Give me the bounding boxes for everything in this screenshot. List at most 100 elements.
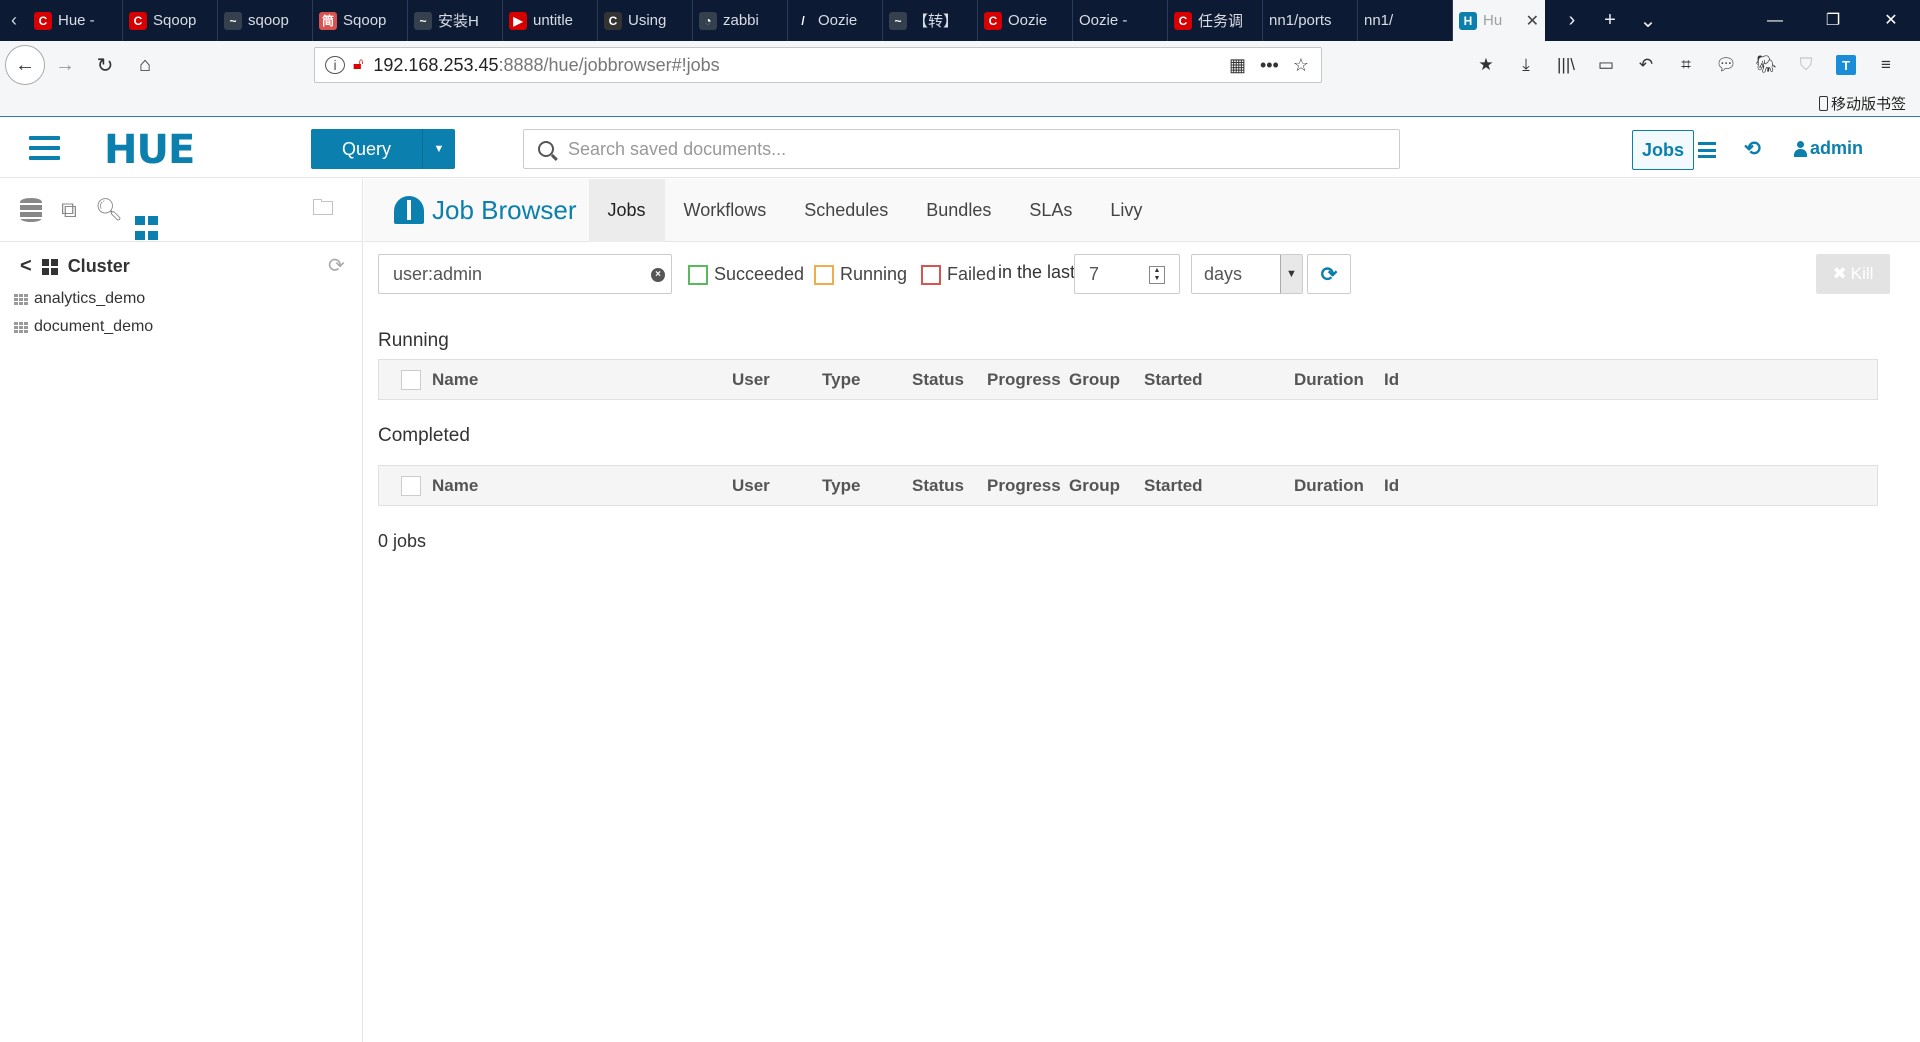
column-header-name[interactable]: Name: [432, 370, 478, 390]
restore-icon[interactable]: ❐: [1804, 0, 1862, 41]
browser-tab[interactable]: Oozie -: [1073, 0, 1168, 41]
sidebar-toggle-icon[interactable]: ▭: [1590, 49, 1622, 81]
running-checkbox-box[interactable]: [814, 264, 834, 285]
main-menu-icon[interactable]: ≡: [1870, 49, 1902, 81]
browser-tab[interactable]: ~ sqoop: [218, 0, 313, 41]
hamburger-menu-icon[interactable]: [29, 136, 60, 160]
column-header-id[interactable]: Id: [1384, 370, 1399, 390]
library-icon[interactable]: |||\: [1550, 49, 1582, 81]
tab-scroll-right-icon[interactable]: ›: [1553, 9, 1591, 32]
screenshot-crop-icon[interactable]: ⌗: [1670, 49, 1702, 81]
task-list-icon[interactable]: [1698, 142, 1716, 158]
chevron-left-icon[interactable]: <: [20, 255, 32, 278]
column-header-group[interactable]: Group: [1069, 476, 1120, 496]
days-unit-select[interactable]: days ▼: [1191, 254, 1303, 294]
browser-tab[interactable]: C 任务调: [1168, 0, 1263, 41]
succeeded-checkbox-box[interactable]: [688, 264, 708, 285]
refresh-icon[interactable]: ⟳: [328, 253, 345, 278]
days-number-input[interactable]: [1089, 263, 1145, 285]
browser-tab[interactable]: nn1/ports: [1263, 0, 1358, 41]
forward-arrow-icon[interactable]: →: [45, 45, 85, 85]
tab-livy[interactable]: Livy: [1091, 179, 1161, 242]
user-filter-input[interactable]: [393, 263, 633, 285]
minimize-icon[interactable]: —: [1746, 0, 1804, 41]
column-header-type[interactable]: Type: [822, 370, 860, 390]
translate-extension-icon[interactable]: T: [1836, 55, 1856, 75]
browser-tab[interactable]: ◔ zabbi: [693, 0, 788, 41]
select-all-completed-checkbox[interactable]: [401, 476, 421, 496]
database-item[interactable]: document_demo: [14, 313, 153, 341]
insecure-lock-icon[interactable]: 🔓︎: [353, 56, 363, 74]
column-header-started[interactable]: Started: [1144, 370, 1203, 390]
dropdown-arrow-icon[interactable]: ▼: [1280, 255, 1302, 293]
browser-tab-active[interactable]: H Hu ✕: [1453, 0, 1545, 41]
query-button-label[interactable]: Query: [311, 129, 423, 169]
kill-button[interactable]: ✖ Kill: [1816, 254, 1890, 294]
clear-filter-icon[interactable]: ×: [651, 268, 665, 282]
column-header-duration[interactable]: Duration: [1294, 476, 1364, 496]
column-header-id[interactable]: Id: [1384, 476, 1399, 496]
tab-list-dropdown-icon[interactable]: ⌄: [1629, 8, 1667, 33]
close-tab-icon[interactable]: ✕: [1526, 11, 1539, 31]
qr-code-icon[interactable]: ▦: [1229, 55, 1246, 76]
refresh-jobs-button[interactable]: ⟳: [1307, 254, 1351, 294]
browser-tab[interactable]: C Oozie: [978, 0, 1073, 41]
back-arrow-icon[interactable]: ←: [5, 45, 45, 85]
history-icon[interactable]: ⟲: [1744, 136, 1761, 161]
evernote-icon[interactable]: 🐘︎: [1750, 49, 1782, 81]
column-header-progress[interactable]: Progress: [987, 370, 1061, 390]
reload-icon[interactable]: ↻: [85, 45, 125, 85]
document-search-input[interactable]: [568, 138, 1368, 160]
browser-tab[interactable]: ~ 【转】: [883, 0, 978, 41]
column-header-started[interactable]: Started: [1144, 476, 1203, 496]
browser-tab[interactable]: C Sqoop: [123, 0, 218, 41]
column-header-group[interactable]: Group: [1069, 370, 1120, 390]
column-header-type[interactable]: Type: [822, 476, 860, 496]
tab-scroll-left-icon[interactable]: ‹: [0, 0, 28, 41]
browser-tab[interactable]: C Hue -: [28, 0, 123, 41]
undo-close-icon[interactable]: ↶: [1630, 49, 1662, 81]
database-icon[interactable]: [18, 197, 44, 223]
tab-bundles[interactable]: Bundles: [907, 179, 1010, 242]
documents-icon[interactable]: ⧉: [56, 197, 82, 223]
browser-tab[interactable]: nn1/: [1358, 0, 1453, 41]
column-header-status[interactable]: Status: [912, 370, 964, 390]
failed-checkbox[interactable]: Failed: [921, 264, 996, 285]
hue-logo[interactable]: HUE: [104, 127, 195, 173]
mobile-bookmarks-link[interactable]: 移动版书签: [1818, 93, 1906, 114]
shield-extension-icon[interactable]: ⛉: [1790, 49, 1822, 81]
cluster-header[interactable]: < Cluster: [20, 255, 130, 278]
jobs-button[interactable]: Jobs: [1632, 130, 1694, 170]
query-caret-down-icon[interactable]: ▼: [423, 129, 455, 169]
close-window-icon[interactable]: ✕: [1862, 0, 1920, 41]
select-all-running-checkbox[interactable]: [401, 370, 421, 390]
home-icon[interactable]: ⌂: [125, 45, 165, 85]
browser-tab[interactable]: ~ 安装H: [408, 0, 503, 41]
bookmark-star-icon[interactable]: ☆: [1293, 55, 1309, 76]
running-checkbox[interactable]: Running: [814, 264, 907, 285]
info-icon[interactable]: i: [325, 56, 345, 74]
browser-tab[interactable]: / Oozie: [788, 0, 883, 41]
download-icon[interactable]: ⤓: [1510, 49, 1542, 81]
more-actions-icon[interactable]: •••: [1260, 55, 1279, 76]
bookmarks-menu-icon[interactable]: ★: [1470, 49, 1502, 81]
browser-tab[interactable]: C Using: [598, 0, 693, 41]
column-header-name[interactable]: Name: [432, 476, 478, 496]
folder-icon[interactable]: 🗀: [310, 195, 336, 223]
user-menu[interactable]: admin: [1794, 138, 1863, 159]
failed-checkbox-box[interactable]: [921, 264, 941, 285]
tab-workflows[interactable]: Workflows: [665, 179, 786, 242]
database-item[interactable]: analytics_demo: [14, 285, 153, 313]
column-header-user[interactable]: User: [732, 370, 770, 390]
column-header-duration[interactable]: Duration: [1294, 370, 1364, 390]
query-button[interactable]: Query ▼: [311, 129, 455, 169]
succeeded-checkbox[interactable]: Succeeded: [688, 264, 804, 285]
column-header-user[interactable]: User: [732, 476, 770, 496]
tab-slas[interactable]: SLAs: [1010, 179, 1091, 242]
address-bar[interactable]: i 🔓︎ 192.168.253.45:8888/hue/jobbrowser#…: [314, 47, 1322, 83]
number-spinner-icon[interactable]: ▲ ▼: [1149, 266, 1165, 284]
browser-tab[interactable]: ▶ untitle: [503, 0, 598, 41]
tab-schedules[interactable]: Schedules: [785, 179, 907, 242]
column-header-progress[interactable]: Progress: [987, 476, 1061, 496]
browser-tab[interactable]: 简 Sqoop: [313, 0, 408, 41]
